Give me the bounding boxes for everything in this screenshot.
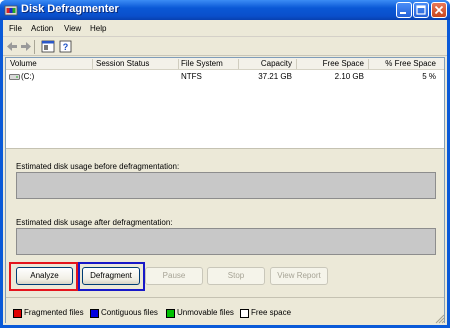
free-space-value: 2.10 GB [334,72,364,81]
analyze-button[interactable]: Analyze [16,267,73,285]
legend-fragmented: Fragmented files [24,308,84,317]
minimize-icon [400,12,406,14]
minimize-button[interactable] [396,2,412,18]
column-divider[interactable] [238,59,239,69]
before-usage-label: Estimated disk usage before defragmentat… [16,162,180,171]
capacity-value: 37.21 GB [258,72,292,81]
pause-button[interactable]: Pause [145,267,203,285]
column-file-system[interactable]: File System [181,59,223,68]
menu-help[interactable]: Help [90,24,106,33]
column-divider[interactable] [368,59,369,69]
toolbar-separator [34,40,35,54]
close-icon [434,5,444,15]
file-system: NTFS [181,72,202,81]
volume-row[interactable]: (C:) NTFS 37.21 GB 2.10 GB 5 % [6,71,444,83]
legend-contiguous: Contiguous files [101,308,158,317]
properties-icon[interactable] [41,40,55,53]
view-report-button[interactable]: View Report [270,267,328,285]
column-divider[interactable] [178,59,179,69]
column-divider[interactable] [296,59,297,69]
volume-name: (C:) [21,72,35,81]
column-percent-free-space[interactable]: % Free Space [372,59,436,68]
defragmenter-app-icon [4,5,18,16]
volume-list-header: Volume Session Status File System Capaci… [6,58,444,70]
maximize-icon [416,5,426,15]
after-usage-label: Estimated disk usage after defragmentati… [16,218,173,227]
disk-defragmenter-window: Disk Defragmenter File Action View Help [0,0,450,328]
resize-grip-icon[interactable] [433,312,445,324]
column-capacity[interactable]: Capacity [242,59,292,68]
menu-action[interactable]: Action [31,24,53,33]
legend-unmovable: Unmovable files [177,308,234,317]
divider [6,297,444,298]
close-button[interactable] [431,2,447,18]
toolbar: ? [3,37,447,56]
window-title: Disk Defragmenter [21,3,119,15]
title-bar[interactable]: Disk Defragmenter [0,0,450,20]
menu-file[interactable]: File [9,24,22,33]
column-divider[interactable] [92,59,93,69]
defragmenter-panel: Volume Session Status File System Capaci… [5,57,445,323]
unmovable-swatch [166,309,175,318]
forward-icon[interactable] [19,40,33,53]
svg-text:?: ? [63,42,69,52]
stop-button[interactable]: Stop [207,267,265,285]
fragmented-swatch [13,309,22,318]
legend-free-space: Free space [251,308,292,317]
help-icon[interactable]: ? [59,40,73,53]
contiguous-swatch [90,309,99,318]
menu-bar: File Action View Help [3,20,447,37]
column-volume[interactable]: Volume [10,59,37,68]
before-usage-display [16,172,436,199]
defragment-button[interactable]: Defragment [82,267,140,285]
window-client-area: File Action View Help ? Volume Session S… [3,20,447,325]
menu-view[interactable]: View [64,24,81,33]
free-space-swatch [240,309,249,318]
column-session-status[interactable]: Session Status [96,59,149,68]
after-usage-display [16,228,436,255]
back-icon[interactable] [5,40,19,53]
drive-icon [9,74,20,80]
analysis-area: Estimated disk usage before defragmentat… [6,148,444,323]
maximize-button[interactable] [413,2,429,18]
column-free-space[interactable]: Free Space [300,59,364,68]
percent-free-value: 5 % [422,72,436,81]
